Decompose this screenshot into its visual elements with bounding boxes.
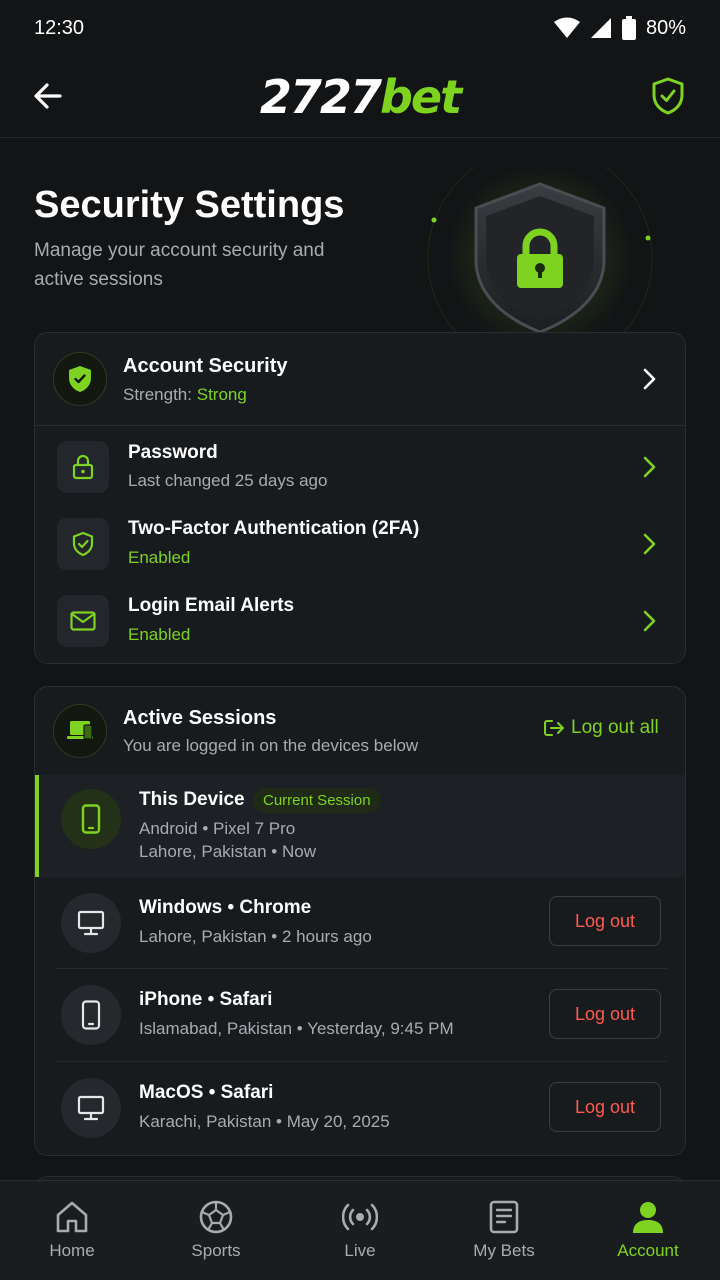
- nav-home[interactable]: Home: [0, 1181, 144, 1280]
- session-device-detail: Karachi, Pakistan • May 20, 2025: [139, 1112, 390, 1131]
- nav-sports[interactable]: Sports: [144, 1181, 288, 1280]
- nav-label: Home: [49, 1241, 95, 1260]
- current-session-row: This Device Current Session Android • Pi…: [35, 775, 685, 877]
- session-device-name: MacOS • Safari: [139, 1082, 274, 1103]
- logout-button[interactable]: Log out: [549, 989, 661, 1039]
- nav-label: Account: [617, 1241, 679, 1260]
- battery-icon: [621, 16, 636, 40]
- email-alerts-title: Login Email Alerts: [128, 595, 295, 616]
- logout-icon: [544, 720, 564, 736]
- monitor-icon: [61, 1078, 121, 1138]
- strength-row: Strength: Strong: [123, 385, 247, 405]
- chevron-right-icon: [643, 610, 656, 632]
- broadcast-icon: [342, 1203, 378, 1231]
- user-icon: [633, 1202, 663, 1233]
- phone-icon: [61, 789, 121, 849]
- receipt-icon: [489, 1200, 519, 1234]
- mail-icon: [57, 595, 109, 647]
- logo-number: 2727: [259, 69, 382, 124]
- password-title: Password: [128, 442, 218, 463]
- session-row: MacOS • Safari Karachi, Pakistan • May 2…: [35, 1062, 685, 1154]
- session-row: iPhone • Safari Islamabad, Pakistan • Ye…: [35, 969, 685, 1061]
- app-header: 2727bet: [0, 56, 720, 138]
- status-icons: 80%: [553, 16, 686, 40]
- nav-live[interactable]: Live: [288, 1181, 432, 1280]
- session-device-detail: Islamabad, Pakistan • Yesterday, 9:45 PM: [139, 1019, 454, 1038]
- current-device-detail: Android • Pixel 7 Pro: [139, 819, 296, 838]
- active-sessions-title: Active Sessions: [123, 707, 277, 729]
- nav-label: Live: [344, 1241, 376, 1260]
- two-factor-status: Enabled: [128, 548, 191, 567]
- status-time: 12:30: [34, 16, 85, 39]
- page-subtitle: Manage your account security and active …: [34, 240, 325, 290]
- nav-label: My Bets: [473, 1241, 535, 1260]
- shield-lock-illustration: [427, 168, 653, 338]
- chevron-right-icon: [643, 533, 656, 555]
- current-device-name: This Device: [139, 789, 245, 810]
- nav-account[interactable]: Account: [576, 1181, 720, 1280]
- two-factor-title: Two-Factor Authentication (2FA): [128, 518, 420, 539]
- logo-word: bet: [379, 69, 462, 124]
- password-row[interactable]: Password Last changed 25 days ago: [35, 431, 685, 503]
- signal-icon: [590, 18, 611, 38]
- devices-icon: [53, 704, 107, 758]
- two-factor-row[interactable]: Two-Factor Authentication (2FA) Enabled: [35, 508, 685, 580]
- active-sessions-card: Active Sessions You are logged in on the…: [34, 686, 686, 1156]
- logout-button[interactable]: Log out: [549, 1082, 661, 1132]
- lock-icon: [57, 441, 109, 493]
- password-subtitle: Last changed 25 days ago: [128, 471, 328, 490]
- battery-percent: 80%: [645, 16, 686, 39]
- strength-value: Strong: [196, 385, 247, 404]
- email-alerts-status: Enabled: [128, 625, 191, 644]
- divider: [35, 425, 685, 426]
- status-bar: 12:30 80%: [0, 0, 720, 56]
- brand-logo: 2727bet: [259, 69, 462, 124]
- logout-all-button[interactable]: Log out all: [543, 717, 659, 739]
- logout-all-label: Log out all: [571, 717, 659, 738]
- home-icon: [56, 1201, 88, 1233]
- chevron-right-icon: [643, 456, 656, 478]
- logout-button[interactable]: Log out: [549, 896, 661, 946]
- account-security-title: Account Security: [123, 355, 288, 377]
- email-alerts-row[interactable]: Login Email Alerts Enabled: [35, 585, 685, 657]
- session-row: Windows • Chrome Lahore, Pakistan • 2 ho…: [35, 877, 685, 969]
- strength-label: Strength:: [123, 385, 192, 404]
- session-device-detail: Lahore, Pakistan • 2 hours ago: [139, 927, 372, 946]
- hero-section: Security Settings Manage your account se…: [0, 138, 720, 338]
- session-device-name: Windows • Chrome: [139, 897, 312, 918]
- active-sessions-subtitle: You are logged in on the devices below: [123, 736, 419, 755]
- monitor-icon: [61, 893, 121, 953]
- nav-my-bets[interactable]: My Bets: [432, 1181, 576, 1280]
- account-security-header[interactable]: Account Security Strength: Strong: [35, 333, 685, 425]
- current-session-badge: Current Session: [253, 788, 381, 813]
- shield-check-icon: [57, 518, 109, 570]
- page-title: Security Settings: [34, 184, 345, 226]
- account-security-card: Account Security Strength: Strong Passwo…: [34, 332, 686, 664]
- session-device-name: iPhone • Safari: [139, 989, 273, 1010]
- shield-check-icon[interactable]: [650, 76, 686, 116]
- current-indicator: [35, 775, 39, 877]
- chevron-right-icon: [643, 368, 656, 390]
- back-arrow-icon[interactable]: [30, 78, 66, 114]
- nav-label: Sports: [191, 1241, 241, 1260]
- ball-icon: [199, 1200, 233, 1234]
- current-device-location: Lahore, Pakistan • Now: [139, 842, 316, 861]
- shield-badge-icon: [53, 352, 107, 406]
- phone-icon: [61, 985, 121, 1045]
- bottom-nav: Home Sports Live My Bets Account: [0, 1180, 720, 1280]
- wifi-icon: [553, 17, 580, 38]
